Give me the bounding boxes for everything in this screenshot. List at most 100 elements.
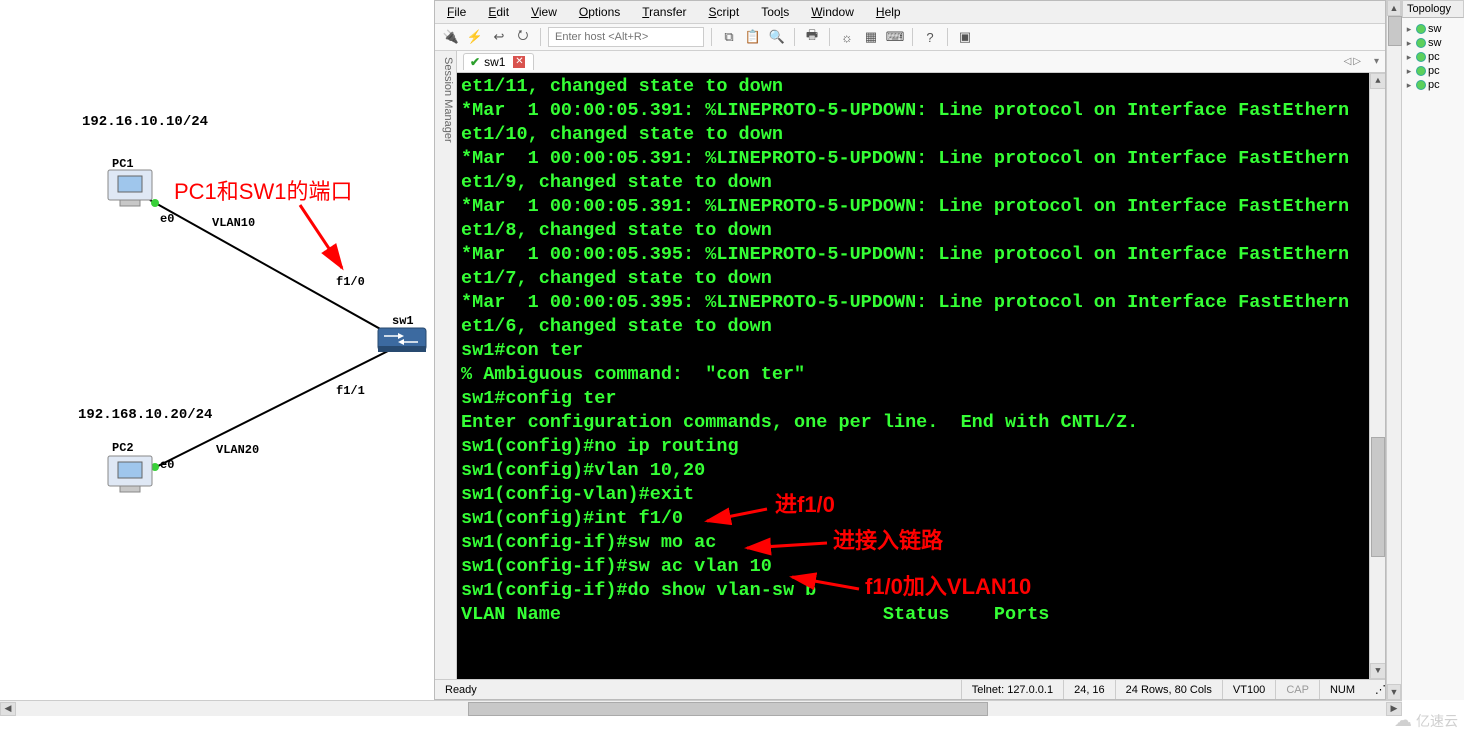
copy-icon[interactable]: ⧉ [719,27,739,47]
terminal-line: *Mar 1 00:00:05.391: %LINEPROTO-5-UPDOWN… [461,195,1381,219]
gns3-topology-canvas[interactable]: 192.16.10.10/24 PC1 e0 VLAN10 f1/0 sw1 f… [0,0,434,735]
terminal-line: VLAN Name Status Ports [461,603,1381,627]
pc1-port: e0 [160,212,174,226]
scroll-thumb[interactable] [468,702,988,716]
scroll-up-icon[interactable]: ▲ [1387,0,1401,16]
status-cap: CAP [1276,680,1320,699]
scroll-left-icon[interactable]: ◀ [0,702,16,716]
topology-node[interactable]: ▸ sw [1404,22,1462,36]
separator [540,28,541,46]
menu-file[interactable]: FFileile [445,3,468,21]
terminal[interactable]: et1/11, changed state to down*Mar 1 00:0… [457,73,1385,679]
ip-pc2: 192.168.10.20/24 [78,407,212,423]
annotation-pc1-sw1-port: PC1和SW1的端口 [174,174,352,206]
keyboard-icon[interactable]: ⌨ [885,27,905,47]
menu-help[interactable]: Help [874,3,903,21]
status-dot-icon [1416,38,1426,48]
tab-prev-icon[interactable]: ◁ [1344,56,1352,67]
status-cursor-pos: 24, 16 [1064,680,1116,699]
topology-svg [0,0,434,735]
connect-icon[interactable]: 🔌 [441,27,461,47]
tab-sw1[interactable]: ✔ sw1 ✕ [463,53,534,70]
separator [947,28,948,46]
node-label: pc [1428,65,1440,77]
node-label: pc [1428,79,1440,91]
quick-connect-icon[interactable]: ⚡ [465,27,485,47]
close-tab-icon[interactable]: ✕ [513,56,525,68]
paste-icon[interactable]: 📋 [743,27,763,47]
tab-list-icon[interactable]: ▾ [1374,56,1379,67]
separator [829,28,830,46]
expand-icon[interactable]: ▸ [1404,66,1414,77]
topology-node[interactable]: ▸ pc [1404,78,1462,92]
terminal-line: sw1(config-vlan)#exit [461,483,1381,507]
terminal-line: sw1#config ter [461,387,1381,411]
separator [794,28,795,46]
help-icon[interactable]: ? [920,27,940,47]
terminal-line: *Mar 1 00:00:05.391: %LINEPROTO-5-UPDOWN… [461,147,1381,171]
vertical-scrollbar[interactable]: ▲ ▼ [1369,73,1385,679]
reconnect-icon[interactable]: ↩ [489,27,509,47]
status-dot-icon [1416,80,1426,90]
scroll-down-icon[interactable]: ▼ [1387,684,1401,700]
vlan10-label: VLAN10 [212,216,255,230]
menu-options[interactable]: Options [577,3,622,21]
pc1-label: PC1 [112,157,134,171]
terminal-line: sw1(config-if)#do show vlan-sw b [461,579,1381,603]
terminal-line: Enter configuration commands, one per li… [461,411,1381,435]
settings-icon[interactable]: ☼ [837,27,857,47]
terminal-line: et1/9, changed state to down [461,171,1381,195]
outer-vertical-scrollbar[interactable]: ▲ ▼ [1386,0,1402,700]
menu-window[interactable]: Window [809,3,856,21]
terminal-line: et1/7, changed state to down [461,267,1381,291]
topology-tree[interactable]: ▸ sw ▸ sw ▸ pc ▸ pc ▸ pc [1402,18,1464,96]
expand-icon[interactable]: ▸ [1404,52,1414,63]
status-bar: Ready Telnet: 127.0.0.1 24, 16 24 Rows, … [435,679,1385,699]
terminal-line: *Mar 1 00:00:05.391: %LINEPROTO-5-UPDOWN… [461,99,1381,123]
pc2-port: e0 [160,458,174,472]
ip-pc1: 192.16.10.10/24 [82,114,208,130]
node-label: pc [1428,51,1440,63]
host-input[interactable] [548,27,704,47]
status-dot-icon [1416,66,1426,76]
tab-next-icon[interactable]: ▷ [1353,56,1361,67]
topology-node[interactable]: ▸ pc [1404,64,1462,78]
topology-node[interactable]: ▸ sw [1404,36,1462,50]
session-manager-pane[interactable]: Session Manager [435,51,457,679]
menu-transfer[interactable]: Transfer [640,3,688,21]
menu-view[interactable]: View [529,3,559,21]
menu-tools[interactable]: Tools [759,3,791,21]
status-ready: Ready [435,680,962,699]
menu-script[interactable]: Script [707,3,742,21]
expand-icon[interactable]: ▸ [1404,80,1414,91]
resize-grip-icon[interactable]: ⋰ [1365,680,1385,699]
outer-horizontal-scrollbar[interactable]: ◀ ▶ [0,700,1402,716]
expand-icon[interactable]: ▸ [1404,24,1414,35]
separator [711,28,712,46]
tab-label: sw1 [484,55,505,69]
scroll-down-icon[interactable]: ▼ [1370,663,1385,679]
node-label: sw [1428,37,1441,49]
scroll-thumb[interactable] [1388,16,1402,46]
scroll-thumb[interactable] [1371,437,1385,557]
session-options-icon[interactable]: ▦ [861,27,881,47]
expand-icon[interactable]: ▸ [1404,38,1414,49]
disconnect-icon[interactable]: ⭮ [513,27,533,47]
sw1-label: sw1 [392,314,414,328]
status-dimensions: 24 Rows, 80 Cols [1116,680,1223,699]
scroll-up-icon[interactable]: ▲ [1370,73,1385,89]
topology-panel-title: Topology [1402,0,1464,18]
tile-icon[interactable]: ▣ [955,27,975,47]
node-label: sw [1428,23,1441,35]
f10-label: f1/0 [336,275,365,289]
f11-label: f1/1 [336,384,365,398]
find-icon[interactable]: 🔍 [767,27,787,47]
menu-edit[interactable]: Edit [486,3,511,21]
print-icon[interactable]: 🖶 [802,27,822,47]
terminal-line: sw1#con ter [461,339,1381,363]
watermark: ☁ 亿速云 [1394,710,1458,731]
pc2-label: PC2 [112,441,134,455]
status-connection: Telnet: 127.0.0.1 [962,680,1064,699]
separator [912,28,913,46]
topology-node[interactable]: ▸ pc [1404,50,1462,64]
